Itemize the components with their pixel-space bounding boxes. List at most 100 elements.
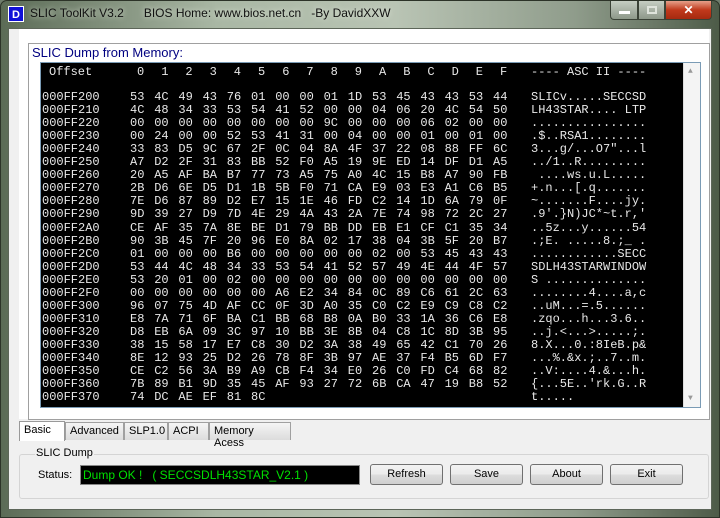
hex-byte: 96 — [251, 233, 266, 248]
hex-byte: 53 — [275, 259, 290, 274]
row-offset: 000FF2B0 — [42, 233, 100, 248]
hex-byte: CC — [251, 298, 266, 313]
hex-byte: C1 — [251, 311, 266, 326]
hex-byte: 1D — [347, 90, 363, 104]
hex-byte: 04 — [372, 324, 387, 339]
row-ascii: ...%.&x.;..7..m. — [531, 351, 647, 365]
hex-dump-view[interactable]: Offset ---- ASC II ---- ▲ ▼ 0123456789AB… — [40, 62, 701, 408]
hex-byte: B9 — [226, 364, 242, 379]
hex-byte: 3B — [154, 233, 169, 248]
close-button[interactable]: ✕ — [665, 1, 712, 20]
hex-byte: 83 — [226, 155, 242, 170]
hex-byte: 00 — [178, 116, 193, 131]
hex-byte: 7F — [202, 233, 217, 248]
column-header: 6 — [282, 65, 290, 79]
hex-byte: 22 — [396, 142, 411, 157]
scroll-up-icon[interactable]: ▲ — [688, 67, 693, 76]
hex-byte: 58 — [178, 337, 193, 352]
hex-byte: 00 — [275, 272, 290, 287]
hex-byte: 54 — [468, 103, 484, 118]
hex-byte: 5B — [275, 181, 290, 196]
row-ascii: ~.......F....jy. — [531, 194, 647, 209]
save-button[interactable]: Save — [450, 464, 523, 485]
hex-byte: 97 — [251, 324, 266, 339]
hex-byte: E3 — [420, 181, 435, 196]
row-offset: 000FF280 — [42, 194, 100, 209]
hex-byte: DD — [347, 220, 363, 235]
minimize-button[interactable] — [610, 1, 638, 20]
hex-byte: 14 — [396, 194, 411, 209]
hex-byte: 00 — [299, 246, 314, 261]
hex-byte: CF — [420, 220, 435, 235]
hex-byte: C0 — [372, 298, 387, 313]
hex-byte: 8C — [251, 390, 266, 405]
hex-byte: 35 — [468, 220, 484, 235]
hex-byte: 3B — [323, 351, 338, 365]
tab-acpi[interactable]: ACPI — [168, 422, 209, 440]
scroll-down-icon[interactable]: ▼ — [688, 394, 693, 403]
hex-byte: C9 — [444, 298, 459, 313]
tab-slp1-0[interactable]: SLP1.0 — [124, 422, 168, 440]
hex-byte: D2 — [154, 155, 169, 170]
hex-byte: ED — [396, 155, 411, 170]
hex-byte: 72 — [444, 207, 459, 222]
hex-byte: 75 — [323, 168, 338, 183]
hex-byte: 07 — [154, 298, 169, 313]
status-label: Status: — [38, 469, 73, 481]
hex-byte: 31 — [202, 155, 217, 170]
hex-byte: 01 — [468, 129, 484, 144]
hex-byte: 49 — [372, 337, 387, 352]
hex-byte: CA — [396, 377, 411, 392]
hex-byte: 52 — [493, 377, 508, 392]
hex-byte: 00 — [396, 272, 411, 287]
hex-byte: 12 — [154, 351, 169, 365]
hex-byte: 0F — [493, 194, 508, 209]
vertical-scrollbar[interactable]: ▲ ▼ — [683, 63, 700, 407]
exit-button[interactable]: Exit — [610, 464, 683, 485]
row-ascii: 8.X...0.:8IeB.p& — [531, 337, 647, 352]
tab-memory-acess[interactable]: Memory Acess — [209, 422, 291, 449]
row-offset: 000FF290 — [42, 207, 100, 222]
hex-byte: 38 — [347, 337, 363, 352]
hex-byte: 43 — [323, 207, 338, 222]
hex-byte: 00 — [347, 103, 363, 118]
hex-byte: 9C — [323, 116, 338, 131]
hex-byte: FD — [347, 194, 363, 209]
slic-dump-label: SLIC Dump — [35, 447, 94, 459]
hex-byte: BB — [275, 311, 290, 326]
hex-byte: F7 — [493, 351, 508, 365]
row-ascii: ..5z...y......54 — [531, 220, 647, 235]
refresh-button[interactable]: Refresh — [370, 464, 443, 485]
hex-byte: CE — [130, 220, 145, 235]
hex-byte: 19 — [347, 155, 363, 170]
tab-advanced[interactable]: Advanced — [65, 422, 124, 440]
hex-byte: 44 — [493, 90, 508, 104]
hex-byte: 41 — [323, 259, 338, 274]
hex-byte: 20 — [226, 233, 242, 248]
about-button[interactable]: About — [530, 464, 603, 485]
hex-byte: 15 — [154, 337, 169, 352]
hex-byte: 53 — [130, 272, 145, 287]
hex-byte: 5F — [444, 233, 459, 248]
title-bar[interactable]: D SLIC ToolKit V3.2 BIOS Home: www.bios.… — [0, 0, 720, 28]
hex-byte: 00 — [420, 272, 435, 287]
hex-byte: 8A — [299, 233, 314, 248]
hex-byte: A7 — [130, 155, 145, 170]
status-field: Dump OK ! ( SECCSDLH43STAR_V2.1 ) — [80, 465, 360, 485]
hex-byte: E8 — [493, 311, 508, 326]
hex-byte: 00 — [226, 285, 242, 300]
hex-byte: D1 — [275, 220, 290, 235]
hex-byte: 52 — [299, 103, 314, 118]
hex-byte: FD — [420, 364, 435, 379]
hex-byte: F4 — [420, 351, 435, 365]
hex-byte: 67 — [226, 142, 242, 157]
row-offset: 000FF2F0 — [42, 285, 100, 300]
maximize-button[interactable] — [638, 1, 665, 20]
hex-byte: 00 — [396, 129, 411, 144]
tab-basic[interactable]: Basic — [19, 421, 65, 441]
hex-byte: 2B — [130, 181, 145, 196]
hex-byte: 4E — [420, 259, 435, 274]
hex-byte: 04 — [396, 233, 411, 248]
hex-byte: 9E — [372, 155, 387, 170]
dump-group-label: SLIC Dump from Memory: — [30, 45, 185, 60]
